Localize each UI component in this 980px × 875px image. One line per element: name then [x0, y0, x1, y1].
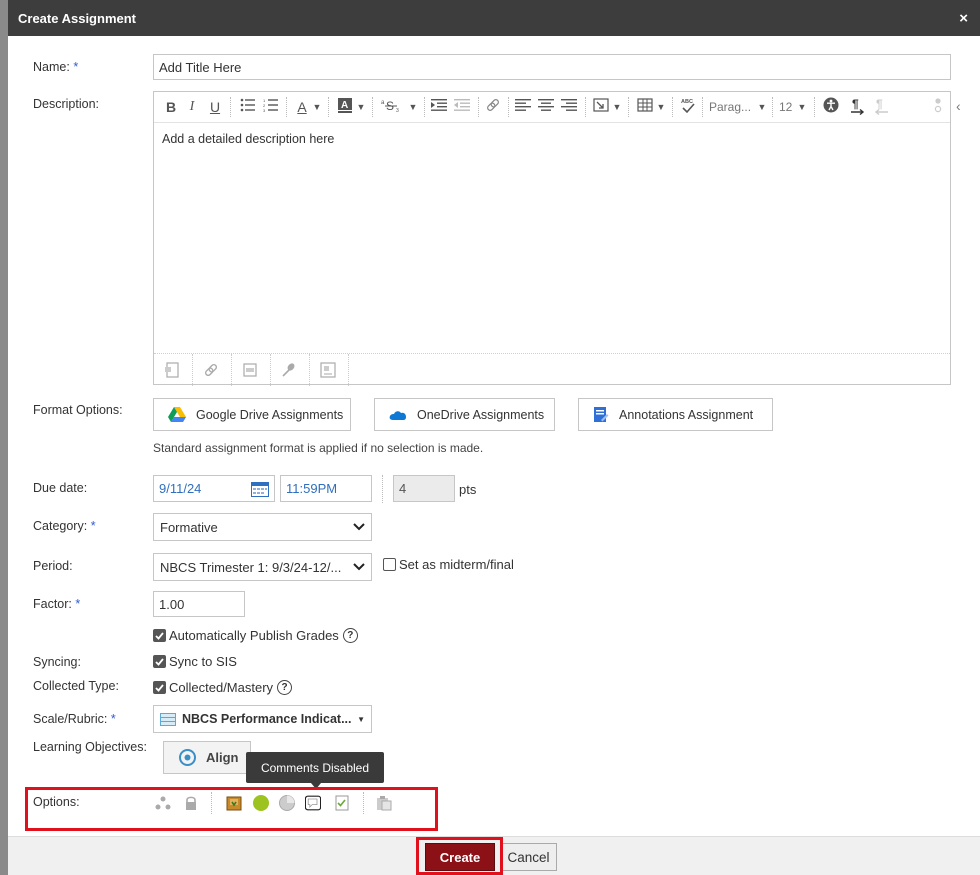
align-button[interactable]: Align — [163, 741, 251, 774]
chevron-down-icon[interactable]: ▼ — [356, 97, 366, 117]
sync-sis-checkbox[interactable]: Sync to SIS — [153, 654, 237, 669]
calendar-icon[interactable] — [251, 481, 269, 497]
indent-icon[interactable] — [430, 97, 448, 117]
name-label: Name: * — [33, 60, 79, 74]
chevron-down-icon[interactable]: ▼ — [757, 97, 767, 117]
insert-file-icon[interactable] — [163, 362, 181, 380]
insert-link-icon[interactable] — [202, 362, 220, 380]
chevron-down-icon[interactable]: ▼ — [612, 97, 622, 117]
due-date-label: Due date: — [33, 481, 88, 495]
bullet-list-icon[interactable] — [239, 97, 257, 117]
highlight-color-icon[interactable]: A — [336, 97, 354, 117]
editor-toolbar: B I U 123 A ▼ A ▼ aS3 ▼ ▼ ▼ ABC Parag...… — [154, 92, 950, 123]
publish-grades-checkbox[interactable]: Automatically Publish Grades ? — [153, 628, 358, 643]
editor-bottom-toolbar — [154, 353, 950, 386]
spell-check-icon[interactable]: ABC — [678, 97, 698, 117]
scale-rubric-label: Scale/Rubric: * — [33, 712, 116, 726]
format-options-label: Format Options: — [33, 403, 123, 417]
onedrive-button[interactable]: OneDrive Assignments — [374, 398, 555, 431]
factor-input[interactable]: 1.00 — [153, 591, 245, 617]
chevron-down-icon — [353, 563, 365, 571]
points-input[interactable]: 4 — [393, 475, 455, 502]
paragraph-format-select[interactable]: Parag... — [709, 97, 757, 117]
svg-text:¶: ¶ — [876, 97, 883, 111]
dialog-titlebar: Create Assignment × — [8, 0, 980, 36]
close-icon[interactable]: × — [959, 10, 968, 27]
due-date-input[interactable]: 9/11/24 — [153, 475, 275, 502]
paragraph-rtl-icon[interactable]: ¶ — [872, 97, 890, 117]
svg-text:ABC: ABC — [681, 99, 693, 105]
dialog-title: Create Assignment — [18, 11, 136, 26]
onedrive-icon — [389, 410, 406, 420]
learning-objectives-label: Learning Objectives: — [33, 740, 147, 754]
insert-element-icon[interactable] — [592, 97, 610, 117]
chevron-down-icon[interactable]: ▼ — [797, 97, 807, 117]
align-left-icon[interactable] — [514, 97, 532, 117]
period-select[interactable]: NBCS Trimester 1: 9/3/24-12/... — [153, 553, 372, 581]
strikethrough-subscript-icon[interactable]: aS3 — [380, 97, 406, 117]
numbered-list-icon[interactable]: 123 — [262, 97, 280, 117]
svg-text:a: a — [381, 100, 385, 106]
link-icon[interactable] — [484, 97, 502, 117]
comments-disabled-tooltip: Comments Disabled — [246, 752, 384, 783]
points-unit: pts — [459, 482, 477, 497]
font-color-icon[interactable]: A — [294, 97, 310, 117]
chevron-down-icon: ▼ — [357, 714, 365, 724]
svg-text:3: 3 — [263, 108, 266, 112]
collected-mastery-checkbox[interactable]: Collected/Mastery ? — [153, 680, 293, 695]
cancel-button[interactable]: Cancel — [500, 843, 557, 871]
annotations-button[interactable]: Annotations Assignment — [578, 398, 773, 431]
midterm-checkbox[interactable]: Set as midterm/final — [383, 557, 514, 572]
chevron-down-icon[interactable]: ▼ — [656, 97, 666, 117]
font-size-select[interactable]: 12 — [779, 97, 795, 117]
bold-button[interactable]: B — [164, 97, 178, 117]
paragraph-ltr-icon[interactable]: ¶ — [849, 97, 867, 117]
due-time-input[interactable]: 11:59PM — [280, 475, 372, 502]
factor-label: Factor: * — [33, 597, 81, 611]
google-drive-button[interactable]: Google Drive Assignments — [153, 398, 351, 431]
target-icon — [179, 749, 196, 766]
align-center-icon[interactable] — [537, 97, 555, 117]
insert-media-icon[interactable] — [241, 362, 259, 380]
syncing-label: Syncing: — [33, 655, 81, 669]
help-icon[interactable]: ? — [342, 628, 358, 643]
underline-button[interactable]: U — [208, 97, 222, 117]
accessibility-icon[interactable] — [822, 97, 840, 117]
outdent-icon[interactable] — [453, 97, 471, 117]
collected-type-label: Collected Type: — [33, 679, 119, 693]
google-drive-icon — [168, 406, 186, 422]
svg-text:A: A — [341, 100, 348, 111]
options-highlight-box — [25, 787, 438, 831]
chevron-down-icon[interactable]: ▼ — [408, 97, 418, 117]
align-right-icon[interactable] — [560, 97, 578, 117]
italic-button[interactable]: I — [185, 97, 199, 117]
microphone-icon[interactable] — [280, 362, 298, 380]
chevron-left-icon[interactable]: ‹ — [956, 98, 961, 114]
create-highlight-box — [416, 837, 503, 875]
description-editor[interactable]: B I U 123 A ▼ A ▼ aS3 ▼ ▼ ▼ ABC Parag...… — [153, 91, 951, 386]
more-options-icon[interactable] — [932, 97, 944, 117]
format-note: Standard assignment format is applied if… — [153, 441, 484, 455]
annotations-icon — [594, 406, 609, 422]
chevron-down-icon[interactable]: ▼ — [312, 97, 322, 117]
chevron-down-icon — [353, 523, 365, 531]
description-placeholder: Add a detailed description here — [162, 132, 335, 146]
description-label: Description: — [33, 97, 99, 111]
category-select[interactable]: Formative — [153, 513, 372, 541]
category-label: Category: * — [33, 519, 96, 533]
period-label: Period: — [33, 559, 73, 573]
create-assignment-dialog: Create Assignment × Name: * Add Title He… — [8, 0, 980, 875]
svg-text:¶: ¶ — [852, 97, 859, 111]
name-input[interactable]: Add Title Here — [153, 54, 951, 80]
scale-rubric-select[interactable]: NBCS Performance Indicat... ▼ — [153, 705, 372, 733]
svg-text:3: 3 — [396, 108, 399, 113]
rubric-icon — [160, 712, 176, 726]
table-icon[interactable] — [636, 97, 654, 117]
help-icon[interactable]: ? — [277, 680, 293, 695]
insert-template-icon[interactable] — [319, 362, 337, 380]
